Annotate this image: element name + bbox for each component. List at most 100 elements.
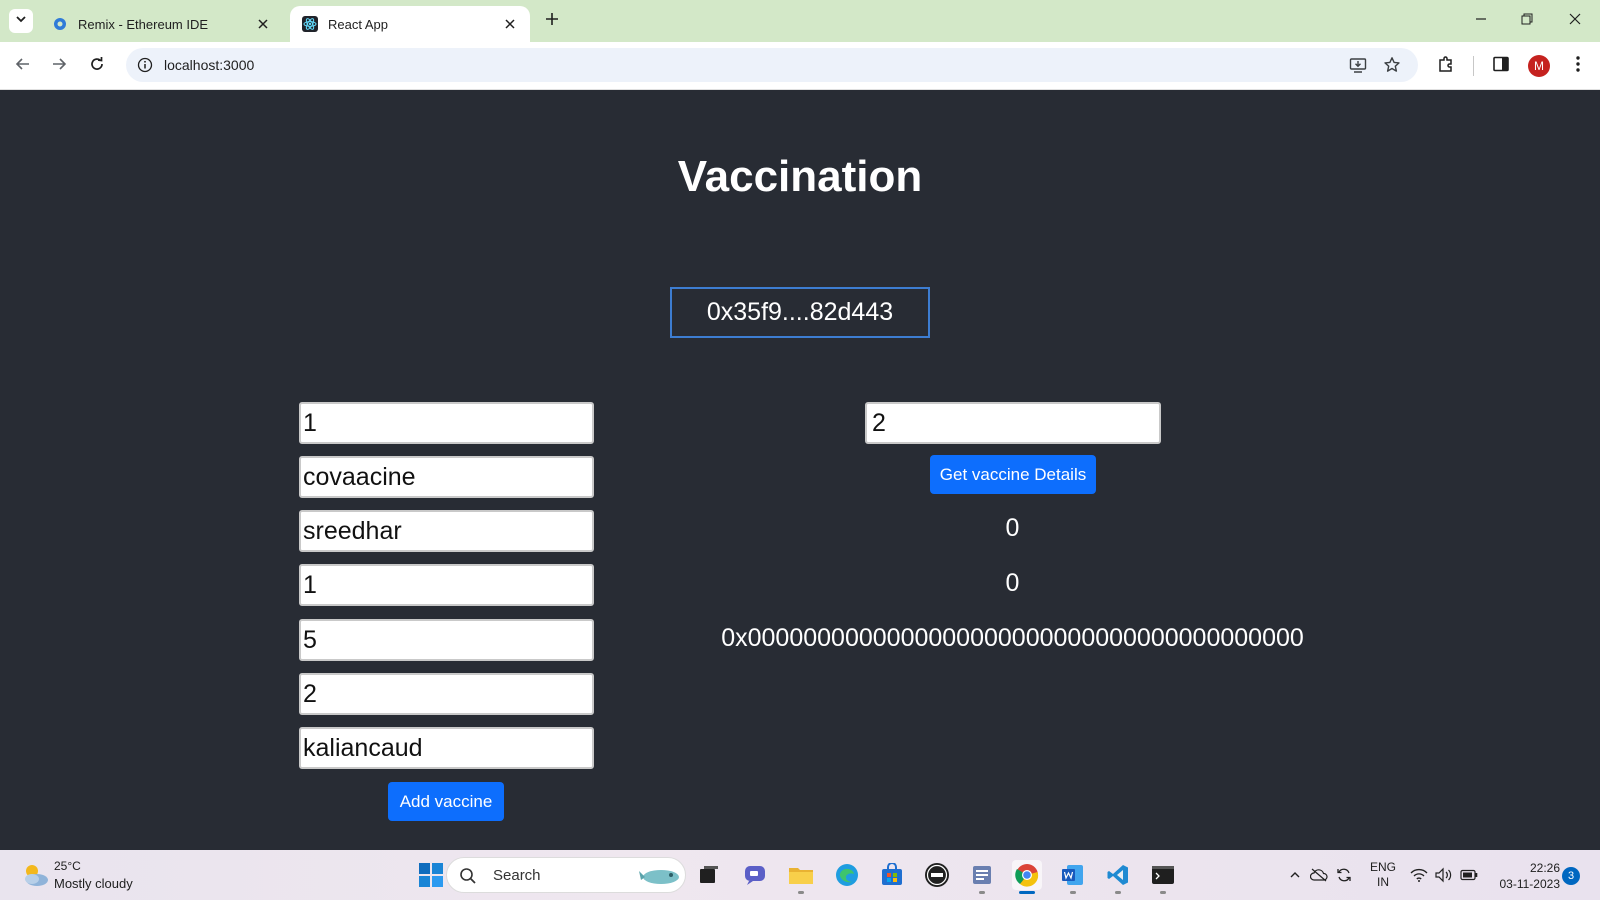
extensions-button[interactable] (1434, 54, 1458, 78)
back-button[interactable] (11, 54, 35, 78)
dose-input[interactable] (299, 564, 594, 606)
chrome-icon (1015, 864, 1039, 887)
chevron-up-icon (1290, 872, 1300, 878)
edge-icon (836, 864, 858, 886)
windows-start-icon[interactable] (419, 863, 443, 887)
taskbar-terminal[interactable] (1148, 860, 1178, 894)
reload-button[interactable] (85, 54, 109, 78)
profile-avatar[interactable]: M (1528, 55, 1550, 77)
remix-icon (52, 16, 68, 32)
running-indicator (798, 891, 804, 894)
terminal-icon (1152, 866, 1174, 884)
running-indicator (1070, 891, 1076, 894)
minimize-button[interactable] (1466, 8, 1496, 34)
browser-toolbar: localhost:3000 M (0, 42, 1600, 90)
chat-icon (745, 866, 765, 885)
close-icon[interactable] (253, 14, 273, 34)
location-input[interactable] (299, 727, 594, 769)
plus-icon (545, 12, 559, 31)
side-panel-icon (1492, 55, 1510, 78)
person-name-input[interactable] (299, 510, 594, 552)
network-tray[interactable] (1410, 866, 1428, 884)
new-tab-button[interactable] (540, 9, 564, 33)
window-close-button[interactable] (1560, 8, 1590, 34)
react-icon (302, 16, 318, 32)
battery-tray[interactable] (1460, 866, 1478, 884)
taskbar-vscode[interactable] (1103, 860, 1133, 894)
result-value: 0 (1005, 514, 1020, 542)
dell-icon (925, 863, 949, 887)
close-icon (1569, 12, 1581, 30)
store-icon (882, 863, 902, 885)
clock[interactable]: 22:26 03-11-2023 (1488, 860, 1561, 892)
running-indicator (1115, 891, 1121, 894)
weather-cloudy-icon[interactable] (20, 860, 50, 890)
lookup-id-input[interactable] (865, 402, 1161, 444)
tab-remix[interactable]: Remix - Ethereum IDE (40, 6, 283, 42)
quantity-input[interactable] (299, 619, 594, 661)
tab-search-button[interactable] (9, 9, 33, 33)
volume-tray[interactable] (1434, 866, 1452, 884)
taskbar-app[interactable] (967, 860, 997, 894)
code-input[interactable] (299, 673, 594, 715)
task-view-icon (700, 866, 718, 883)
add-vaccine-button[interactable]: Add vaccine (388, 782, 504, 821)
wifi-icon (1410, 868, 1428, 882)
taskbar-word[interactable] (1058, 860, 1088, 894)
taskbar-teams[interactable] (740, 860, 770, 890)
running-indicator (1019, 891, 1035, 894)
page-title: Vaccination (677, 152, 923, 201)
restore-button[interactable] (1512, 8, 1542, 34)
tab-title: React App (328, 16, 388, 32)
vscode-icon (1107, 865, 1128, 885)
search-highlight-icon (639, 870, 679, 884)
arrow-right-icon (51, 56, 67, 77)
address-bar[interactable]: localhost:3000 (126, 48, 1418, 82)
language-code: ENG (1369, 860, 1396, 874)
search-placeholder: Search (493, 867, 541, 884)
cloud-offline-icon (1310, 868, 1328, 882)
puzzle-icon (1437, 55, 1455, 78)
taskbar-edge[interactable] (832, 860, 862, 890)
connected-account: 0x35f9....82d443 (670, 287, 930, 338)
taskbar-dell[interactable] (922, 860, 952, 890)
side-panel-button[interactable] (1489, 54, 1513, 78)
taskbar: 25°C Mostly cloudy Search ENG IN 22:26 0… (0, 850, 1600, 900)
clock-date: 03-11-2023 (1499, 877, 1561, 891)
taskbar-task-view[interactable] (694, 860, 724, 890)
taskbar-chrome[interactable] (1012, 860, 1042, 894)
taskbar-search[interactable]: Search (446, 857, 686, 893)
clock-time: 22:26 (1529, 861, 1560, 875)
language-indicator[interactable]: ENG IN (1368, 860, 1398, 890)
get-vaccine-details-button[interactable]: Get vaccine Details (930, 455, 1096, 494)
sync-tray[interactable] (1335, 866, 1353, 884)
arrow-left-icon (15, 56, 31, 77)
sync-icon (1337, 868, 1351, 882)
taskbar-store[interactable] (877, 860, 907, 890)
site-info-icon[interactable] (136, 56, 154, 74)
vaccine-name-input[interactable] (299, 456, 594, 498)
vaccine-id-input[interactable] (299, 402, 594, 444)
forward-button[interactable] (47, 54, 71, 78)
word-icon (1062, 865, 1083, 885)
restore-icon (1521, 12, 1533, 30)
onedrive-tray[interactable] (1310, 866, 1328, 884)
search-icon (460, 868, 476, 884)
toolbar-divider (1473, 56, 1474, 76)
browser-menu-button[interactable] (1566, 54, 1590, 78)
show-hidden-icons-button[interactable] (1286, 866, 1304, 884)
running-indicator (979, 891, 985, 894)
close-icon[interactable] (500, 14, 520, 34)
tab-react-app[interactable]: React App (290, 6, 530, 42)
document-app-icon (973, 866, 991, 884)
more-vertical-icon (1575, 55, 1581, 78)
weather-description: Mostly cloudy (54, 876, 133, 891)
taskbar-file-explorer[interactable] (786, 860, 816, 894)
result-address: 0x00000000000000000000000000000000000000… (721, 624, 1304, 652)
chevron-down-icon (15, 12, 27, 30)
install-app-icon[interactable] (1348, 55, 1368, 75)
folder-icon (789, 868, 813, 884)
bookmark-star-icon[interactable] (1382, 55, 1402, 75)
reload-icon (89, 56, 105, 77)
notification-badge[interactable]: 3 (1562, 867, 1580, 885)
